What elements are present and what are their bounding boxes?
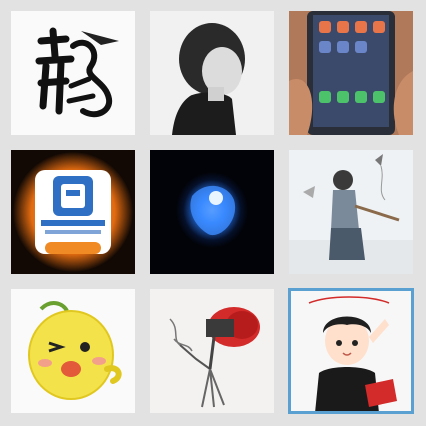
phone-screen-icon	[289, 11, 413, 135]
app-logo-icon	[11, 150, 135, 274]
image-tile-kite-flyer[interactable]	[289, 150, 413, 274]
blue-glow-icon	[150, 150, 274, 274]
boy-portrait-icon	[150, 11, 274, 135]
sketch-fan-icon	[150, 289, 274, 413]
image-tile-anime-boy[interactable]	[288, 288, 414, 414]
calligraphy-dragon-icon	[11, 11, 135, 135]
image-tile-calligraphy[interactable]	[11, 11, 135, 135]
image-tile-blue-glow[interactable]	[150, 150, 274, 274]
image-picker-grid	[0, 0, 426, 426]
anime-boy-icon	[289, 289, 413, 413]
kite-flyer-icon	[289, 150, 413, 274]
image-tile-app-logo[interactable]	[11, 150, 135, 274]
image-tile-boy-portrait[interactable]	[150, 11, 274, 135]
image-tile-sketch-fan[interactable]	[150, 289, 274, 413]
image-tile-phone[interactable]	[289, 11, 413, 135]
image-tile-yellow-cartoon[interactable]	[11, 289, 135, 413]
yellow-cartoon-icon	[11, 289, 135, 413]
